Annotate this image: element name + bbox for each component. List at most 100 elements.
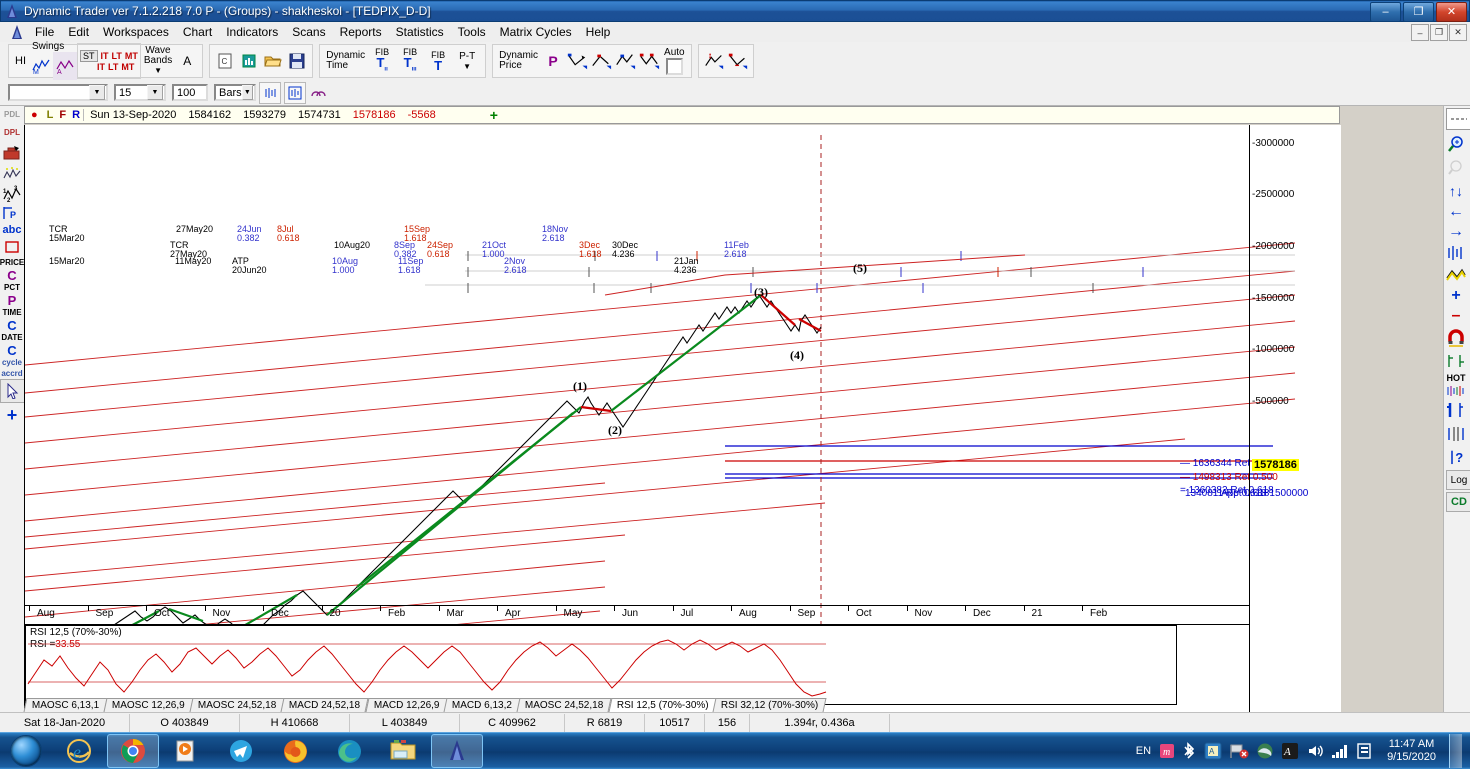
wave-project-icon[interactable] (702, 47, 726, 75)
marker-l[interactable]: L (44, 109, 57, 121)
hi-label[interactable]: HI (12, 56, 29, 67)
rsi-subpanel[interactable]: RSI 12,5 (70%-30%) RSI =33.55 (25, 625, 1177, 705)
network-error-icon[interactable] (1229, 742, 1249, 760)
plus-icon[interactable]: + (1444, 286, 1468, 306)
bar-chart-toggle-icon[interactable] (259, 81, 281, 104)
pivot-p-icon[interactable]: P (0, 204, 24, 222)
accrd-label[interactable]: accrd (0, 368, 24, 379)
chevron-down-icon[interactable]: ▼ (89, 85, 105, 100)
minus-icon[interactable]: – (1444, 306, 1468, 326)
retracement-up-icon[interactable] (589, 47, 613, 75)
volume-icon[interactable] (1306, 742, 1324, 760)
menu-item-scans[interactable]: Scans (285, 23, 332, 41)
marker-r[interactable]: R (69, 109, 83, 121)
fib-time-1-icon[interactable]: FIB Tıı (368, 47, 396, 75)
date-tool-label[interactable]: DATE (0, 332, 24, 343)
time-tool-label[interactable]: TIME (0, 307, 24, 318)
marker-f[interactable]: F (56, 109, 69, 121)
swing-lt-1-button[interactable]: LT (112, 51, 122, 61)
bars-icon[interactable] (1444, 242, 1468, 264)
start-button[interactable] (0, 734, 52, 768)
date-c-icon[interactable]: C (0, 343, 24, 358)
time-c-icon[interactable]: C (0, 318, 24, 333)
price-chart-plot[interactable]: (1) (2) (3) (4) (5) TCR 15Mar20 27May20 24Jun 0.… (23, 125, 1341, 712)
pt-dropdown-button[interactable]: P-T ▼ (452, 47, 482, 75)
rectangle-icon[interactable] (0, 238, 24, 256)
mdi-restore-button[interactable]: ❐ (1430, 24, 1448, 41)
chevron-down-icon[interactable]: ▼ (154, 66, 162, 76)
menu-item-edit[interactable]: Edit (61, 23, 96, 41)
bar-spacing-icon[interactable] (1444, 350, 1468, 372)
language-indicator[interactable]: EN (1136, 745, 1151, 757)
add-indicator-icon[interactable]: + (484, 107, 504, 123)
bluetooth-icon[interactable] (1183, 742, 1197, 760)
new-chart-icon[interactable]: C (213, 47, 237, 75)
cd-button[interactable]: CD (1446, 492, 1470, 512)
time-axis[interactable]: Aug Sep Oct Nov Dec 20 Feb Mar Apr May Jun Jul Aug Se… (25, 605, 1250, 625)
taskbar-internet-explorer[interactable]: e (53, 734, 105, 768)
hot-icon[interactable]: HOT (1444, 372, 1468, 384)
wave-bands-button[interactable]: Wave Bands ▼ (141, 45, 175, 77)
swing-mt-2-button[interactable]: MT (121, 62, 134, 72)
multi-bar-icon[interactable] (1444, 422, 1468, 446)
menu-item-chart[interactable]: Chart (176, 23, 219, 41)
chevron-down-icon[interactable]: ▼ (241, 85, 253, 100)
price-c-icon[interactable]: C (0, 268, 24, 283)
cycle-tool-icon[interactable] (309, 83, 329, 103)
hot-bars-icon[interactable] (1444, 384, 1468, 398)
wave-pattern-icon[interactable] (0, 164, 24, 184)
open-folder-icon[interactable] (261, 47, 285, 75)
minimize-button[interactable]: – (1370, 2, 1401, 22)
mdi-minimize-button[interactable]: – (1411, 24, 1429, 41)
show-desktop-button[interactable] (1449, 734, 1462, 768)
pct-tool-label[interactable]: PCT (0, 282, 24, 293)
taskbar-clock[interactable]: 11:47 AM 9/15/2020 (1381, 738, 1442, 764)
indicator-tab-1[interactable]: MAOSC 12,26,9 (103, 698, 194, 712)
dpl-button[interactable]: DPL (0, 122, 24, 142)
menu-item-reports[interactable]: Reports (333, 23, 389, 41)
swing-it-1-button[interactable]: IT (101, 51, 109, 61)
save-icon[interactable] (285, 47, 309, 75)
menu-item-file[interactable]: File (28, 23, 61, 41)
tray-globe-icon[interactable] (1256, 742, 1274, 760)
tray-notes-icon[interactable]: m (1158, 742, 1176, 760)
taskbar-firefox[interactable] (269, 734, 321, 768)
wave-count-icon[interactable]: 123 (0, 184, 24, 204)
cycle-label[interactable]: cycle (0, 357, 24, 368)
menu-item-help[interactable]: Help (579, 23, 618, 41)
indicator-tab-2[interactable]: MAOSC 24,52,18 (189, 698, 285, 712)
dashed-line-icon[interactable] (1446, 108, 1470, 130)
bar-query-icon[interactable]: ∣? (1444, 446, 1468, 468)
acrobat-icon[interactable]: A (1281, 742, 1299, 760)
swing-it-2-button[interactable]: IT (97, 62, 105, 72)
expansion-up-icon[interactable] (613, 47, 637, 75)
toolbox-icon[interactable] (0, 142, 24, 164)
menu-item-tools[interactable]: Tools (451, 23, 493, 41)
zoom-out-icon[interactable] (1444, 156, 1468, 180)
price-tool-label[interactable]: PRICE (0, 256, 24, 268)
unit-combobox[interactable]: Bars ▼ (214, 84, 256, 101)
chart-window-icon[interactable] (237, 47, 261, 75)
signal-bars-icon[interactable] (1331, 743, 1349, 759)
auto-checkbox[interactable] (665, 57, 683, 75)
indicator-tab-4[interactable]: MACD 12,26,9 (365, 698, 448, 712)
line-chart-icon[interactable] (1444, 264, 1468, 286)
retracement-down-icon[interactable] (565, 47, 589, 75)
log-scale-button[interactable]: Log (1446, 470, 1470, 490)
wave-a-button[interactable]: A (175, 55, 199, 67)
crosshair-icon[interactable]: + (0, 403, 24, 427)
symbol-combobox[interactable]: ▼ (8, 84, 108, 101)
menu-item-statistics[interactable]: Statistics (389, 23, 451, 41)
swing-mode-2-icon[interactable]: A (53, 52, 77, 80)
bars-count-input[interactable]: 100 (172, 84, 208, 101)
action-center-icon[interactable] (1356, 742, 1374, 760)
wave-measure-icon[interactable] (726, 47, 750, 75)
close-button[interactable]: ✕ (1436, 2, 1467, 22)
pan-right-icon[interactable]: → (1444, 222, 1468, 242)
tray-dictionary-icon[interactable]: A (1204, 742, 1222, 760)
menu-item-indicators[interactable]: Indicators (219, 23, 285, 41)
taskbar-google-chrome[interactable] (107, 734, 159, 768)
period-combobox[interactable]: 15 ▼ (114, 84, 166, 101)
expansion-down-icon[interactable] (637, 47, 661, 75)
indicator-tab-6[interactable]: MAOSC 24,52,18 (516, 698, 613, 712)
